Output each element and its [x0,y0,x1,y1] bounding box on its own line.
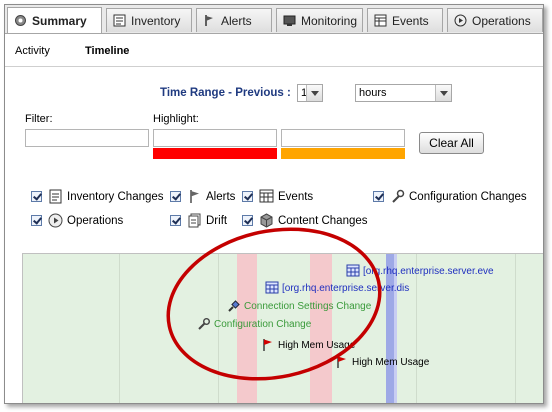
annotation-ellipse [166,227,382,381]
tab-summary[interactable]: Summary [7,7,102,33]
tab-label: Summary [32,13,87,28]
gear-icon [14,14,27,27]
app-frame: Summary Inventory Alerts Monitoring Even… [4,4,544,404]
